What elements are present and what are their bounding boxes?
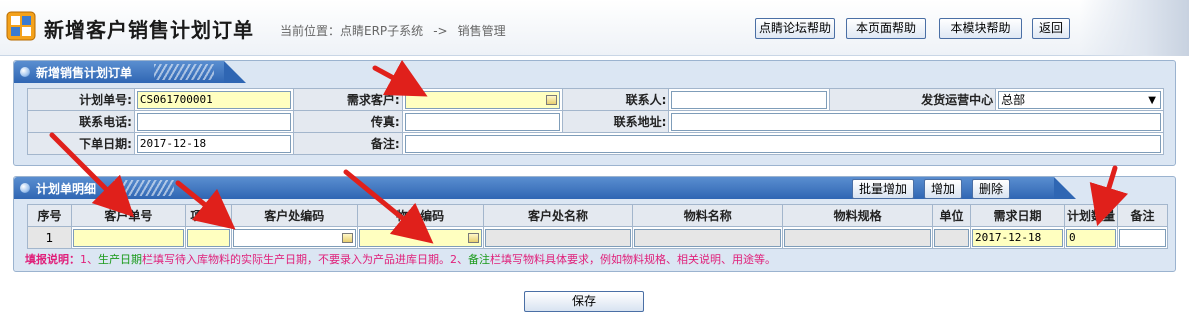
instructions-lead: 填报说明： — [25, 253, 80, 266]
remark-input[interactable] — [404, 134, 1161, 153]
date-label: 下单日期: — [27, 132, 135, 155]
center-select-value: 总部 — [1001, 92, 1026, 107]
contact-label: 联系人: — [561, 88, 670, 111]
contact-input[interactable] — [671, 90, 828, 109]
customer-input[interactable] — [404, 90, 560, 109]
column-header: 客户单号 — [70, 204, 186, 227]
header-stripes — [114, 180, 174, 196]
plan-no-input[interactable]: CS061700001 — [136, 90, 291, 109]
material-spec-field — [784, 228, 932, 247]
phone-input[interactable] — [136, 112, 291, 131]
fax-label: 传真: — [292, 110, 403, 133]
row-index: 1 — [27, 226, 72, 249]
fax-input[interactable] — [404, 112, 560, 131]
customer-label: 需求客户: — [292, 88, 403, 111]
page-help-button[interactable]: 本页面帮助 — [846, 18, 926, 39]
order-form: 计划单号: CS061700001 需求客户: 联系人: 发货运营中心 总部 ▼ … — [27, 88, 1165, 155]
breadcrumb-label: 当前位置： — [280, 24, 341, 38]
address-label: 联系地址: — [561, 110, 670, 133]
column-header: 项目号 — [184, 204, 232, 227]
picker-icon[interactable] — [467, 232, 479, 243]
column-header: 客户处编码 — [230, 204, 358, 227]
back-button[interactable]: 返回 — [1032, 18, 1070, 39]
unit-field — [934, 228, 970, 247]
header-decoration — [1079, 0, 1189, 56]
plan-no-label: 计划单号: — [27, 88, 135, 111]
module-help-button[interactable]: 本模块帮助 — [939, 18, 1022, 39]
order-panel: 新增销售计划订单 计划单号: CS061700001 需求客户: 联系人: 发货… — [13, 60, 1176, 166]
panel-bullet-icon — [20, 67, 30, 77]
column-header: 客户处名称 — [482, 204, 634, 227]
instructions-text: 栏填写物料具体要求，例如物料规格、相关说明、用途等。 — [490, 253, 776, 266]
customer-code-input[interactable] — [232, 228, 356, 247]
breadcrumb-module[interactable]: 销售管理 — [458, 24, 506, 38]
page-title: 新增客户销售计划订单 — [44, 18, 254, 42]
phone-label: 联系电话: — [27, 110, 135, 133]
dropdown-arrow-icon[interactable]: ▼ — [1148, 93, 1156, 109]
center-select[interactable]: 总部 ▼ — [998, 90, 1161, 109]
customer-order-no-input[interactable] — [72, 228, 184, 247]
save-button[interactable]: 保存 — [524, 291, 644, 312]
remark-label: 备注: — [292, 132, 403, 155]
instructions-text: 栏填写待入库物料的实际生产日期，不要录入为产品进库日期。2、 — [142, 253, 468, 266]
column-header: 需求日期 — [970, 204, 1065, 227]
quantity-input[interactable]: 0 — [1065, 228, 1116, 247]
panel-bullet-icon — [20, 183, 30, 193]
app-logo-icon — [6, 11, 36, 41]
detail-panel: 计划单明细 批量增加 增加 删除 序号 客户单号 项目号 客户处编码 物料编码 … — [13, 176, 1176, 272]
table-row: 1 2017-12-18 0 — [27, 226, 1169, 249]
add-row-button[interactable]: 增加 — [924, 179, 962, 199]
column-header: 序号 — [27, 204, 72, 227]
column-header: 物料规格 — [782, 204, 934, 227]
detail-panel-title: 计划单明细 — [36, 182, 97, 196]
grid-header-row: 序号 客户单号 项目号 客户处编码 物料编码 客户处名称 物料名称 物料规格 单… — [27, 204, 1169, 227]
project-no-input[interactable] — [186, 228, 230, 247]
instructions-field: 备注 — [468, 253, 490, 266]
forum-help-button[interactable]: 点睛论坛帮助 — [755, 18, 835, 39]
batch-add-button[interactable]: 批量增加 — [852, 179, 914, 199]
column-header: 备注 — [1116, 204, 1169, 227]
header-stripes — [154, 64, 214, 80]
header-tail — [224, 61, 246, 83]
page-header: 新增客户销售计划订单 当前位置：点睛ERP子系统 -> 销售管理 点睛论坛帮助 本页… — [0, 0, 1189, 56]
column-header: 物料编码 — [356, 204, 484, 227]
delete-row-button[interactable]: 删除 — [972, 179, 1010, 199]
picker-icon[interactable] — [545, 94, 557, 105]
breadcrumb-separator: -> — [433, 24, 448, 38]
breadcrumb: 当前位置：点睛ERP子系统 -> 销售管理 — [280, 22, 512, 39]
detail-grid: 序号 客户单号 项目号 客户处编码 物料编码 客户处名称 物料名称 物料规格 单… — [27, 204, 1169, 249]
instructions-text: 1、 — [80, 253, 98, 266]
instructions-field: 生产日期 — [98, 253, 142, 266]
address-input[interactable] — [671, 112, 1161, 131]
customer-name-field — [484, 228, 632, 247]
header-tail — [1054, 177, 1076, 199]
column-header: 计划数量 — [1063, 204, 1118, 227]
center-label: 发货运营中心 — [829, 88, 997, 111]
date-input[interactable]: 2017-12-18 — [136, 134, 291, 153]
order-panel-title: 新增销售计划订单 — [36, 66, 133, 80]
order-panel-header: 新增销售计划订单 — [14, 61, 246, 83]
fill-instructions: 填报说明：1、生产日期栏填写待入库物料的实际生产日期，不要录入为产品进库日期。2… — [25, 251, 776, 267]
column-header: 单位 — [932, 204, 972, 227]
breadcrumb-system[interactable]: 点睛ERP子系统 — [340, 24, 423, 38]
demand-date-input[interactable]: 2017-12-18 — [972, 228, 1063, 247]
material-name-field — [634, 228, 782, 247]
column-header: 物料名称 — [632, 204, 784, 227]
row-remark-input[interactable] — [1118, 228, 1166, 247]
picker-icon[interactable] — [341, 232, 353, 243]
material-code-input[interactable] — [358, 228, 482, 247]
